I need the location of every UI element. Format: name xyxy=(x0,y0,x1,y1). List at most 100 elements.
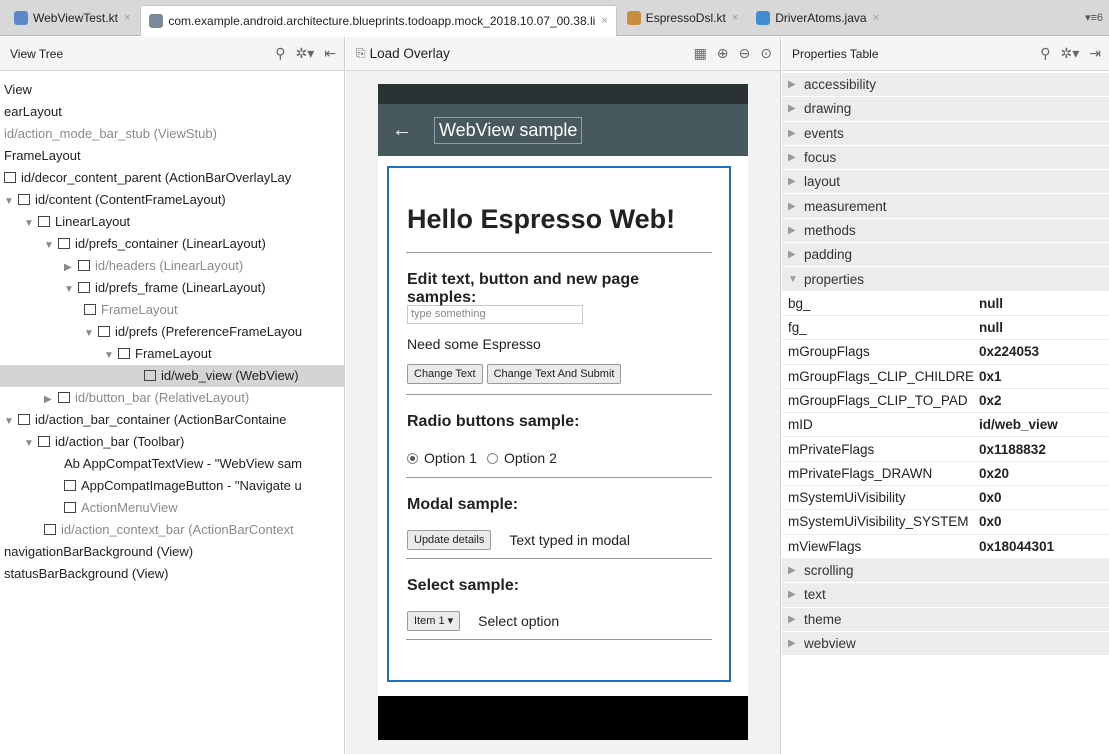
tree-node[interactable]: ▼ id/prefs_frame (LinearLayout) xyxy=(0,277,344,299)
close-icon[interactable]: × xyxy=(732,12,738,24)
tree-node[interactable]: navigationBarBackground (View) xyxy=(0,541,344,563)
tree-node[interactable]: ▼ id/action_bar (Toolbar) xyxy=(0,431,344,453)
tree-node[interactable]: id/action_mode_bar_stub (ViewStub) xyxy=(0,123,344,145)
tree-node[interactable]: ▼ id/content (ContentFrameLayout) xyxy=(0,189,344,211)
property-row[interactable]: mSystemUiVisibility_SYSTEM 0x0 xyxy=(782,510,1109,535)
gear-icon[interactable]: ✲▾ xyxy=(1061,45,1080,62)
expanded-arrow-icon[interactable]: ▼ xyxy=(4,191,18,211)
tree-node[interactable]: Ab AppCompatTextView - "WebView sam xyxy=(0,453,344,475)
tree-node[interactable]: View xyxy=(0,79,344,101)
change-text-submit-button[interactable]: Change Text And Submit xyxy=(486,364,622,384)
tree-node[interactable]: ▼ id/action_bar_container (ActionBarConta… xyxy=(0,409,344,431)
tree-node[interactable]: ▶ id/button_bar (RelativeLayout) xyxy=(0,387,344,409)
property-group-methods[interactable]: ▶ methods xyxy=(782,218,1109,244)
collapsed-arrow-icon[interactable]: ▶ xyxy=(788,103,804,114)
property-group-theme[interactable]: ▶ theme xyxy=(782,607,1109,632)
tree-node[interactable]: FrameLayout xyxy=(0,145,344,167)
tab-1[interactable]: com.example.android.architecture.bluepri… xyxy=(140,4,617,36)
tree-node[interactable]: id/action_context_bar (ActionBarContext xyxy=(0,519,344,541)
collapsed-arrow-icon[interactable]: ▶ xyxy=(44,389,58,409)
zoom-actual-icon[interactable]: ⊙ xyxy=(760,45,772,62)
close-icon[interactable]: × xyxy=(601,15,607,27)
tab-3[interactable]: DriverAtoms.java × xyxy=(748,3,887,33)
tree-node[interactable]: ▼ id/prefs (PreferenceFrameLayou xyxy=(0,321,344,343)
expanded-arrow-icon[interactable]: ▼ xyxy=(84,323,98,343)
zoom-out-icon[interactable]: ⊖ xyxy=(739,45,751,62)
property-group-layout[interactable]: ▶ layout xyxy=(782,170,1109,195)
property-group-properties[interactable]: ▼ properties xyxy=(782,267,1109,292)
property-row[interactable]: fg_ null xyxy=(782,315,1109,341)
tab-0[interactable]: WebViewTest.kt × xyxy=(6,3,138,33)
collapse-icon[interactable]: ⇤ xyxy=(324,45,336,62)
tree-node[interactable]: earLayout xyxy=(0,101,344,123)
collapsed-arrow-icon[interactable]: ▶ xyxy=(788,638,804,649)
tree-node[interactable]: AppCompatImageButton - "Navigate u xyxy=(0,475,344,497)
text-input[interactable]: type something xyxy=(407,305,583,324)
close-icon[interactable]: × xyxy=(124,12,130,24)
property-row[interactable]: mID id/web_view xyxy=(782,413,1109,438)
tab-2[interactable]: EspressoDsl.kt × xyxy=(619,3,746,33)
property-row[interactable]: mPrivateFlags 0x1188832 xyxy=(782,437,1109,462)
collapsed-arrow-icon[interactable]: ▶ xyxy=(788,176,804,187)
property-group-scrolling[interactable]: ▶ scrolling xyxy=(782,558,1109,584)
property-group-webview[interactable]: ▶ webview xyxy=(782,631,1109,657)
expanded-arrow-icon[interactable]: ▼ xyxy=(44,235,58,255)
option-2-radio[interactable] xyxy=(486,452,498,464)
tree-node[interactable]: ▼ FrameLayout xyxy=(0,343,344,365)
property-row[interactable]: bg_ null xyxy=(782,291,1109,316)
load-overlay-button[interactable]: Load Overlay xyxy=(370,46,450,61)
tree-node[interactable]: statusBarBackground (View) xyxy=(0,563,344,585)
collapsed-arrow-icon[interactable]: ▶ xyxy=(788,565,804,576)
change-text-button[interactable]: Change Text xyxy=(407,364,483,384)
property-row[interactable]: mGroupFlags_CLIP_TO_PAD 0x2 xyxy=(782,388,1109,414)
property-group-drawing[interactable]: ▶ drawing xyxy=(782,97,1109,122)
property-group-accessibility[interactable]: ▶ accessibility xyxy=(782,73,1109,98)
expanded-arrow-icon[interactable]: ▼ xyxy=(104,345,118,365)
tab-list-menu[interactable]: ▾≡6 xyxy=(1085,11,1103,24)
item-select[interactable]: Item 1 ▾ xyxy=(407,611,461,631)
collapsed-arrow-icon[interactable]: ▶ xyxy=(788,201,804,212)
collapsed-arrow-icon[interactable]: ▶ xyxy=(788,79,804,90)
expanded-arrow-icon[interactable]: ▼ xyxy=(64,279,78,299)
search-icon[interactable]: ⚲ xyxy=(1040,45,1050,62)
property-row[interactable]: mViewFlags 0x18044301 xyxy=(782,534,1109,559)
grid-icon[interactable]: ▦ xyxy=(694,45,707,62)
expanded-arrow-icon[interactable]: ▼ xyxy=(24,213,38,233)
property-group-focus[interactable]: ▶ focus xyxy=(782,145,1109,171)
collapsed-arrow-icon[interactable]: ▶ xyxy=(788,249,804,260)
update-details-button[interactable]: Update details xyxy=(407,530,492,550)
expanded-arrow-icon[interactable]: ▼ xyxy=(4,411,18,431)
property-group-padding[interactable]: ▶ padding xyxy=(782,243,1109,268)
collapsed-arrow-icon[interactable]: ▶ xyxy=(788,614,804,625)
tree-node[interactable]: ▼ LinearLayout xyxy=(0,211,344,233)
collapsed-arrow-icon[interactable]: ▶ xyxy=(788,152,804,163)
web-view[interactable]: Hello Espresso Web! Edit text, button an… xyxy=(378,156,748,696)
property-group-measurement[interactable]: ▶ measurement xyxy=(782,194,1109,219)
property-row[interactable]: mGroupFlags 0x224053 xyxy=(782,340,1109,365)
gear-icon[interactable]: ✲▾ xyxy=(296,45,315,62)
collapsed-arrow-icon[interactable]: ▶ xyxy=(788,589,804,600)
zoom-in-icon[interactable]: ⊕ xyxy=(717,45,729,62)
tree-node[interactable]: ▼ id/prefs_container (LinearLayout) xyxy=(0,233,344,255)
back-arrow-icon[interactable]: ← xyxy=(378,119,426,142)
tree-node[interactable]: id/decor_content_parent (ActionBarOverla… xyxy=(0,167,344,189)
close-icon[interactable]: × xyxy=(873,12,879,24)
expanded-arrow-icon[interactable]: ▼ xyxy=(24,433,38,453)
property-row[interactable]: mSystemUiVisibility 0x0 xyxy=(782,486,1109,511)
collapsed-arrow-icon[interactable]: ▶ xyxy=(788,225,804,236)
collapsed-arrow-icon[interactable]: ▶ xyxy=(788,128,804,139)
pin-icon[interactable]: ⇥ xyxy=(1089,45,1101,62)
property-group-events[interactable]: ▶ events xyxy=(782,121,1109,146)
property-row[interactable]: mGroupFlags_CLIP_CHILDRE 0x1 xyxy=(782,364,1109,389)
load-overlay-icon[interactable]: ⎘ xyxy=(356,46,366,61)
expanded-arrow-icon[interactable]: ▼ xyxy=(788,274,804,285)
tree-node[interactable]: ▶ id/headers (LinearLayout) xyxy=(0,255,344,277)
collapsed-arrow-icon[interactable]: ▶ xyxy=(64,257,78,277)
tree-node[interactable]: ActionMenuView xyxy=(0,497,344,519)
search-icon[interactable]: ⚲ xyxy=(275,45,285,62)
tree-node[interactable]: FrameLayout xyxy=(0,299,344,321)
property-row[interactable]: mPrivateFlags_DRAWN 0x20 xyxy=(782,461,1109,487)
tree-node[interactable]: id/web_view (WebView) xyxy=(0,365,344,387)
option-1-radio[interactable] xyxy=(407,452,418,464)
property-group-text[interactable]: ▶ text xyxy=(782,583,1109,608)
